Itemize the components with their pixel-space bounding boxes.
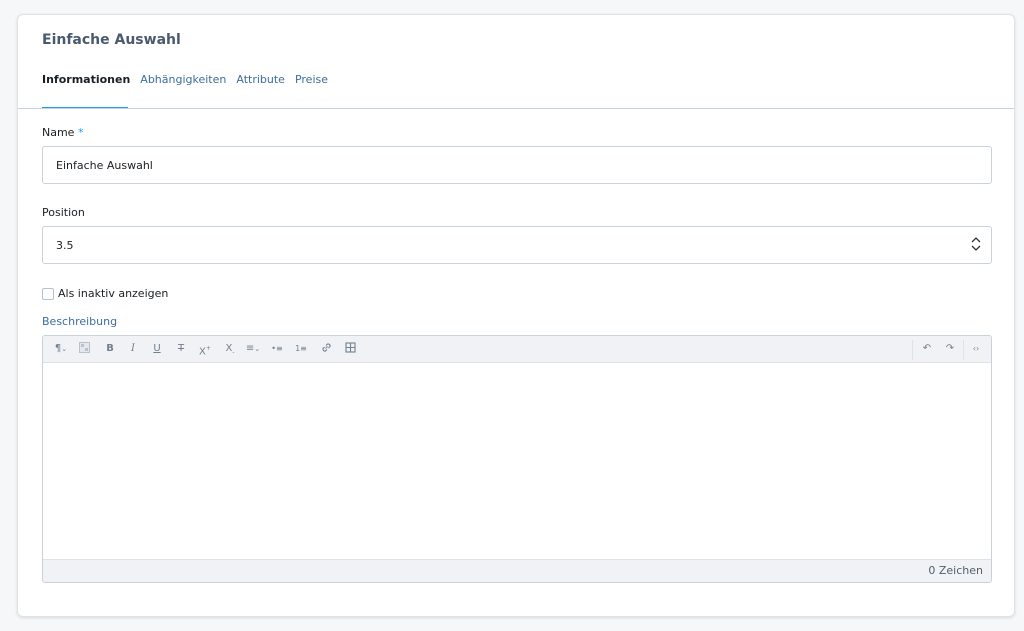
inactive-checkbox[interactable] (42, 287, 54, 300)
chevron-down-icon: ⌄ (61, 345, 68, 353)
position-label: Position (42, 206, 85, 219)
character-count: 0 Zeichen (43, 559, 991, 582)
chevron-up-icon[interactable] (969, 236, 983, 245)
ordered-list-button[interactable]: 1≡ (294, 342, 308, 356)
color-swatch-icon (78, 342, 90, 353)
description-label: Beschreibung (42, 315, 118, 328)
code-view-button[interactable]: ‹› (969, 342, 983, 356)
strikethrough-button[interactable]: T (175, 342, 187, 356)
name-label: Name * (42, 126, 83, 139)
name-label-text: Name (42, 126, 75, 139)
table-button[interactable] (343, 342, 357, 356)
editor-toolbar: ¶⌄ B I U T X+ X- ≡⌄ •≡ 1≡ ↶ ↷ ‹› (43, 336, 991, 363)
undo-button[interactable]: ↶ (920, 342, 934, 356)
paragraph-format-button[interactable]: ¶⌄ (51, 342, 71, 356)
description-editor: ¶⌄ B I U T X+ X- ≡⌄ •≡ 1≡ ↶ ↷ ‹› 0 Zeich… (42, 335, 992, 583)
align-button[interactable]: ≡⌄ (242, 342, 264, 356)
tab-informationen[interactable]: Informationen (42, 73, 130, 108)
inactive-checkbox-row: Als inaktiv anzeigen (42, 287, 168, 300)
position-input-value: 3.5 (56, 238, 74, 252)
align-icon: ≡ (245, 343, 255, 354)
text-color-button[interactable] (78, 342, 90, 356)
subscript-button[interactable]: X- (223, 342, 237, 356)
toolbar-separator (912, 340, 913, 360)
tab-attribute[interactable]: Attribute (236, 73, 285, 108)
table-icon (344, 342, 356, 353)
toolbar-separator (963, 340, 964, 360)
position-input[interactable]: 3.5 (42, 226, 992, 264)
tab-divider (18, 108, 1014, 109)
superscript-icon: X (199, 346, 206, 358)
bold-button[interactable]: B (104, 342, 116, 356)
option-card: Einfache Auswahl Informationen Abhängigk… (17, 14, 1015, 617)
required-marker: * (77, 126, 84, 139)
position-stepper[interactable] (969, 236, 983, 254)
tab-bar: Informationen Abhängigkeiten Attribute P… (42, 73, 328, 108)
chevron-down-icon: ⌄ (254, 345, 261, 353)
name-input-value: Einfache Auswahl (56, 158, 153, 172)
inactive-checkbox-label[interactable]: Als inaktiv anzeigen (58, 287, 168, 300)
name-input[interactable]: Einfache Auswahl (42, 146, 992, 184)
editor-content-area[interactable] (43, 363, 991, 559)
tab-abhaengigkeiten[interactable]: Abhängigkeiten (140, 73, 226, 108)
italic-button[interactable]: I (127, 342, 139, 356)
tab-preise[interactable]: Preise (295, 73, 328, 108)
link-icon (321, 343, 331, 352)
chevron-down-icon[interactable] (969, 245, 983, 254)
redo-button[interactable]: ↷ (943, 342, 957, 356)
card-title: Einfache Auswahl (42, 32, 181, 48)
link-button[interactable] (319, 342, 333, 356)
underline-button[interactable]: U (151, 342, 163, 356)
superscript-button[interactable]: X+ (198, 342, 212, 358)
unordered-list-button[interactable]: •≡ (270, 342, 284, 356)
